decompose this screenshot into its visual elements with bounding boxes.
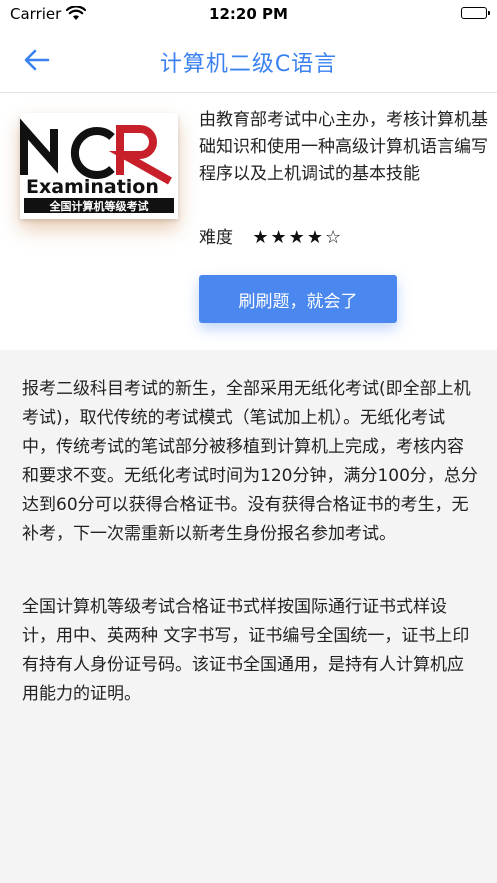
difficulty-row: 难度 ★★★★☆ (199, 223, 343, 248)
ncre-logo: Examination 全国计算机等级考试 (20, 113, 178, 219)
exam-details: 报考二级科目考试的新生，全部采用无纸化考试(即全部上机考试)，取代传统的考试模式… (22, 375, 478, 753)
status-bar: Carrier 12:20 PM (0, 0, 497, 28)
difficulty-label: 难度 (199, 228, 233, 248)
exam-info-card: Examination 全国计算机等级考试 由教育部考试中心主办，考核计算机基础… (0, 93, 497, 350)
difficulty-stars: ★★★★☆ (252, 227, 344, 248)
page-title: 计算机二级C语言 (159, 52, 338, 77)
exam-description: 由教育部考试中心主办，考核计算机基础知识和使用一种高级计算机语言编写程序以及上机… (199, 110, 488, 184)
detail-paragraph: 报考二级科目考试的新生，全部采用无纸化考试(即全部上机考试)，取代传统的考试模式… (22, 379, 478, 544)
battery-icon (461, 7, 490, 19)
logo-text-main: Examination (26, 176, 159, 198)
clock: 12:20 PM (209, 5, 288, 23)
practice-button[interactable]: 刷刷题，就会了 (199, 275, 397, 323)
logo-text-sub: 全国计算机等级考试 (49, 199, 149, 213)
detail-paragraph: 全国计算机等级考试合格证书式样按国际通行证书式样设计，用中、英两种 文字书写，证… (22, 597, 470, 704)
navigation-bar: 计算机二级C语言 (0, 28, 497, 93)
